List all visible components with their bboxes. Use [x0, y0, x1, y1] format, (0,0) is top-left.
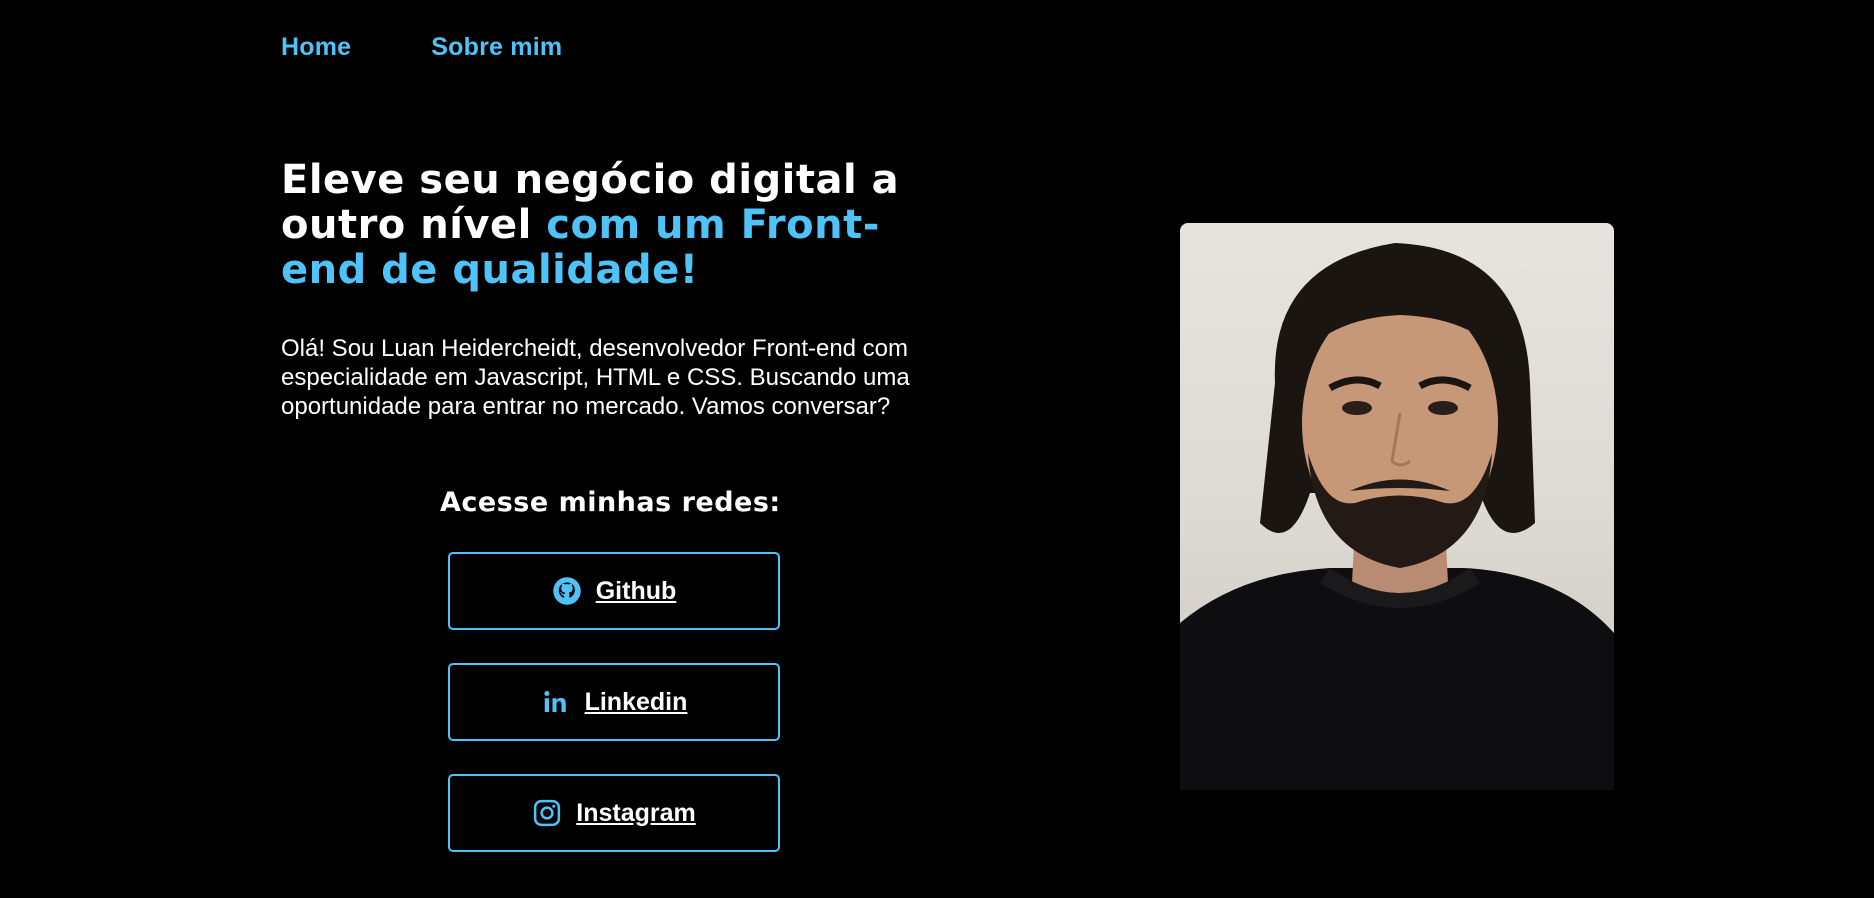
profile-photo-illustration — [1180, 243, 1614, 790]
top-nav: Home Sobre mim — [281, 33, 562, 62]
profile-photo — [1180, 223, 1614, 790]
github-button[interactable]: Github — [448, 552, 780, 630]
nav-about-link[interactable]: Sobre mim — [431, 33, 562, 62]
intro-text: Olá! Sou Luan Heidercheidt, desenvolvedo… — [281, 335, 910, 420]
nav-home-link[interactable]: Home — [281, 33, 351, 62]
socials-title: Acesse minhas redes: — [440, 487, 781, 518]
instagram-icon — [532, 798, 562, 828]
instagram-button[interactable]: Instagram — [448, 774, 780, 852]
linkedin-icon — [541, 687, 571, 717]
github-icon — [552, 576, 582, 606]
instagram-label: Instagram — [576, 798, 696, 827]
hero-title: Eleve seu negócio digital a outro nível … — [281, 158, 961, 293]
linkedin-button[interactable]: Linkedin — [448, 663, 780, 741]
page: Home Sobre mim Eleve seu negócio digital… — [0, 0, 1874, 898]
github-label: Github — [595, 576, 677, 605]
linkedin-label: Linkedin — [584, 687, 688, 716]
